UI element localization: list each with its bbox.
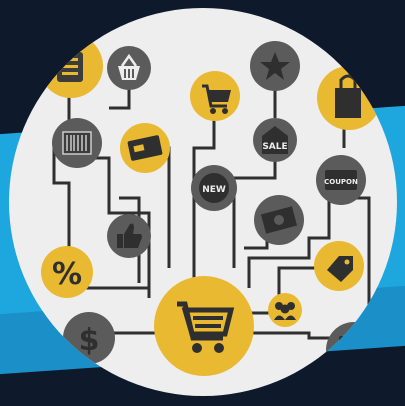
shopping-basket-icon [107,46,151,90]
credit-card-icon [120,123,170,173]
barcode-icon [52,118,102,168]
sale-tag-icon: SALE [253,118,297,162]
coupon-icon: COUPON [316,155,366,205]
thumbs-up-icon [107,214,151,258]
new-badge-icon: NEW [191,165,237,211]
clipboard-icon [39,34,103,98]
price-tag-icon [314,241,364,291]
coupon-label: COUPON [324,178,358,186]
percent-icon: % [41,246,93,298]
main-shopping-cart-icon [154,276,254,376]
star-icon [250,41,300,91]
shopping-bag-icon [317,66,381,130]
shopping-cart-icon [190,71,240,121]
percent-label: % [52,257,82,292]
dollar-label: $ [79,323,100,358]
ecommerce-network-illustration: SALE NEW COUPON % $ [9,8,397,396]
cash-icon [254,195,304,245]
new-label: NEW [202,185,226,195]
calculator-icon [326,322,382,378]
sale-label: SALE [262,142,287,152]
dollar-icon: $ [63,312,115,364]
users-icon [268,293,302,327]
